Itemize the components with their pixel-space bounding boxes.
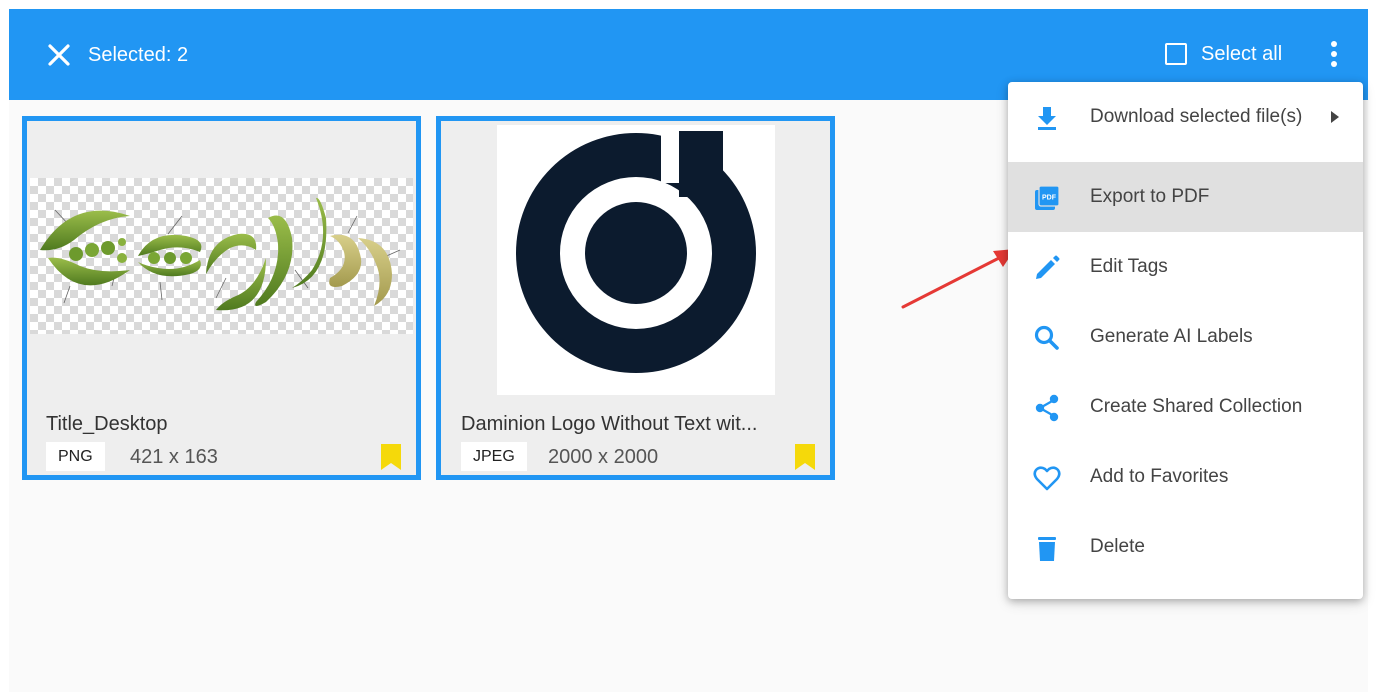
menu-item-label: Add to Favorites: [1090, 466, 1229, 487]
pea-pod-artwork: [40, 197, 401, 311]
menu-item-create-shared-collection[interactable]: Create Shared Collection: [1008, 372, 1363, 442]
menu-item-download[interactable]: Download selected file(s): [1008, 82, 1363, 152]
more-options-button[interactable]: [1323, 37, 1345, 71]
close-selection-button[interactable]: [45, 41, 73, 69]
file-dimensions: 421 x 163: [130, 446, 218, 468]
download-icon: [1038, 107, 1056, 130]
close-icon: [48, 44, 70, 66]
menu-item-label: Download selected file(s): [1090, 106, 1303, 127]
select-all-label: Select all: [1201, 42, 1283, 65]
menu-item-label: Generate AI Labels: [1090, 326, 1253, 347]
selected-count: Selected: 2: [88, 44, 189, 66]
chevron-right-icon: [1331, 111, 1339, 123]
file-thumbnail: [497, 125, 775, 395]
checkbox-icon[interactable]: [1165, 43, 1187, 65]
actions-menu: Download selected file(s) PDF Export to …: [1008, 82, 1363, 599]
bookmark-icon[interactable]: [795, 444, 815, 470]
menu-item-label: Edit Tags: [1090, 256, 1168, 277]
file-title: Title_Desktop: [46, 413, 168, 435]
svg-text:PDF: PDF: [1042, 195, 1057, 202]
daminion-logo-artwork: [516, 131, 756, 373]
share-icon: [1035, 394, 1059, 422]
menu-item-export-pdf[interactable]: PDF Export to PDF: [1008, 162, 1363, 232]
search-icon: [1034, 325, 1059, 350]
menu-item-edit-tags[interactable]: Edit Tags: [1008, 232, 1363, 302]
file-title: Daminion Logo Without Text wit...: [461, 413, 758, 435]
pencil-icon: [1036, 255, 1060, 279]
file-card[interactable]: Title_Desktop PNG 421 x 163: [22, 116, 421, 480]
file-type-badge: JPEG: [461, 442, 527, 471]
menu-item-label: Delete: [1090, 536, 1145, 557]
more-vert-icon: [1331, 41, 1337, 47]
file-type-badge: PNG: [46, 442, 105, 471]
gallery-page: Selected: 2 Select all Title_Desktop PNG…: [9, 9, 1368, 692]
trash-icon: [1038, 537, 1056, 561]
menu-item-delete[interactable]: Delete: [1008, 512, 1363, 582]
menu-item-add-to-favorites[interactable]: Add to Favorites: [1008, 442, 1363, 512]
pdf-icon: PDF: [1035, 185, 1060, 210]
select-all-checkbox[interactable]: Select all: [1165, 41, 1282, 67]
menu-item-label: Export to PDF: [1090, 186, 1210, 207]
menu-item-label: Create Shared Collection: [1090, 396, 1303, 417]
file-card[interactable]: Daminion Logo Without Text wit... JPEG 2…: [436, 116, 835, 480]
menu-item-generate-ai-labels[interactable]: Generate AI Labels: [1008, 302, 1363, 372]
file-thumbnail: [30, 178, 413, 334]
file-dimensions: 2000 x 2000: [548, 446, 659, 468]
bookmark-icon[interactable]: [381, 444, 401, 470]
heart-icon: [1033, 466, 1061, 491]
